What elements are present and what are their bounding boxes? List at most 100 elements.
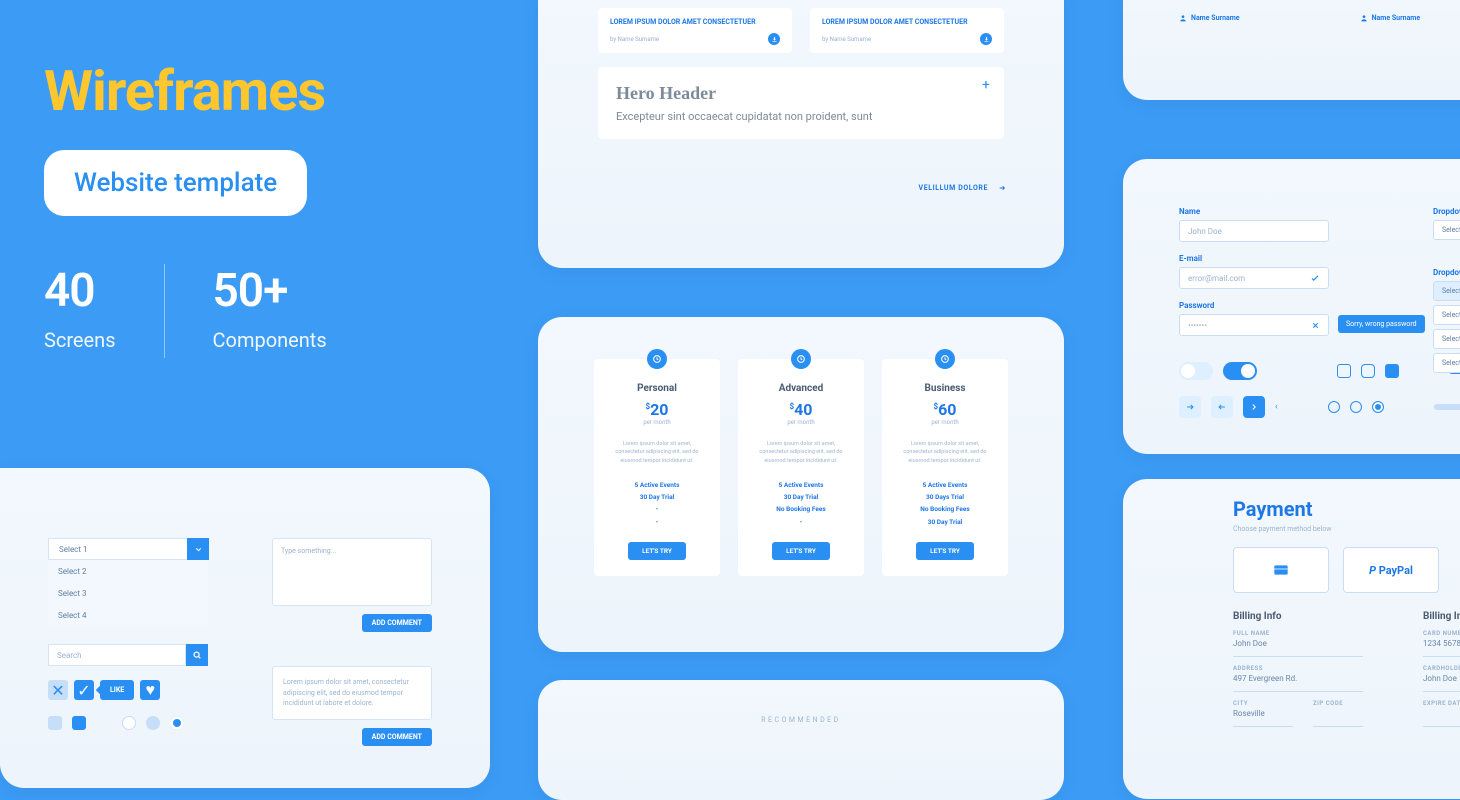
stats-row: 40 Screens 50+ Components — [44, 264, 327, 358]
radio-light[interactable] — [146, 716, 160, 730]
see-more-link[interactable]: VELILLUM DOLORE — [919, 184, 1006, 192]
card-heading: Billing Info — [1423, 611, 1460, 622]
pay-method-card[interactable] — [1233, 547, 1329, 593]
zip-label: ZIP CODE — [1313, 700, 1363, 707]
download-icon[interactable] — [980, 33, 992, 45]
add-comment-button[interactable]: ADD COMMENT — [362, 614, 432, 632]
subtitle-pill: Website template — [44, 150, 307, 216]
radio-selected[interactable] — [170, 716, 184, 730]
cardholder-input[interactable]: John Doe — [1423, 674, 1460, 692]
article-card-author: by Name Surname — [822, 36, 871, 43]
plan-desc: Lorem ipsum dolor sit amet, consectetur … — [608, 440, 706, 465]
dropdown-label: Dropdown — [1433, 268, 1460, 277]
swatch-light[interactable] — [48, 716, 62, 730]
dropdown-option[interactable]: Select 2 — [1433, 305, 1460, 325]
like-chip[interactable]: LIKE — [100, 680, 134, 700]
expire-label: EXPIRE DATE — [1423, 700, 1460, 707]
hero-banner-text: Excepteur sint occaecat cupidatat non pr… — [616, 110, 986, 123]
name-label: Name — [1179, 207, 1460, 216]
testimonial: LOREM IPSUM Name Surname — [1360, 0, 1421, 100]
plan-features: 5 Active Events30 Day TrialNo Booking Fe… — [752, 479, 850, 528]
chevron-down-icon[interactable] — [187, 538, 209, 560]
dropdown-option[interactable]: Select 1 — [1433, 281, 1460, 301]
plan-period: per month — [896, 419, 994, 426]
radio-empty[interactable] — [1328, 401, 1340, 413]
pagination-prev[interactable]: ‹ — [1275, 402, 1278, 412]
email-input[interactable]: error@mail.com — [1179, 267, 1329, 289]
error-tooltip: Sorry, wrong password — [1338, 315, 1425, 333]
article-card-title: LOREM IPSUM DOLOR AMET CONSECTETUER — [610, 18, 780, 27]
select-dropdown[interactable]: Select 1 — [48, 538, 208, 560]
clock-icon — [791, 349, 811, 369]
testimonial-author: Name Surname — [1360, 14, 1421, 22]
pay-method-paypal[interactable]: PayPal — [1343, 547, 1439, 593]
dropdown-select[interactable]: Select — [1433, 220, 1460, 240]
panel-pricing: Personal$20per monthLorem ipsum dolor si… — [538, 317, 1064, 652]
password-input[interactable]: ••••••• Sorry, wrong password — [1179, 314, 1329, 336]
stats-divider — [164, 264, 165, 358]
checkbox-empty[interactable] — [1361, 364, 1375, 378]
recommended-label: RECOMMENDED — [538, 716, 1064, 724]
panel-hero-section: LOREM IPSUM DOLOR AMET CONSECTETUER by N… — [538, 0, 1064, 268]
testimonial: LOREM IPSUM Name Surname — [1179, 0, 1240, 100]
toggle-off[interactable] — [1179, 362, 1213, 380]
stat-screens-label: Screens — [44, 328, 116, 352]
plan-cta-button[interactable]: LET'S TRY — [772, 542, 830, 560]
checkbox-empty[interactable] — [1337, 364, 1351, 378]
name-input[interactable]: John Doe — [1179, 220, 1329, 242]
slider-track[interactable] — [1434, 404, 1460, 410]
city-input[interactable]: Roseville — [1233, 709, 1293, 727]
download-icon[interactable] — [768, 33, 780, 45]
radio-empty[interactable] — [122, 716, 136, 730]
zip-input[interactable] — [1313, 709, 1363, 727]
stat-components-num: 50+ — [213, 264, 327, 318]
dropdown-option[interactable]: Select 4 — [1433, 353, 1460, 373]
plan-price: $40 — [752, 400, 850, 419]
arrow-left-button[interactable] — [1211, 396, 1233, 418]
select-option[interactable]: Select 2 — [48, 560, 208, 582]
plan-cta-button[interactable]: LET'S TRY — [628, 542, 686, 560]
arrow-right-button[interactable] — [1179, 396, 1201, 418]
heart-chip[interactable]: ♥ — [140, 680, 160, 700]
radio-empty[interactable] — [1350, 401, 1362, 413]
comment-box: Lorem ipsum dolor sit amet, consectetur … — [272, 666, 432, 720]
article-card-author: by Name Surname — [610, 36, 659, 43]
plan-desc: Lorem ipsum dolor sit amet, consectetur … — [896, 440, 994, 465]
address-input[interactable]: 497 Evergreen Rd. — [1233, 674, 1363, 692]
billing-heading: Billing Info — [1233, 611, 1363, 622]
checkbox-checked[interactable] — [1385, 364, 1399, 378]
testimonial-author: Name Surname — [1179, 14, 1240, 22]
article-card[interactable]: LOREM IPSUM DOLOR AMET CONSECTETUER by N… — [598, 8, 792, 53]
dropdown-label: Dropdown — [1433, 207, 1460, 216]
testimonial-title: LOREM IPSUM — [1360, 0, 1421, 2]
search-button[interactable] — [186, 644, 208, 666]
select-option[interactable]: Select 3 — [48, 582, 208, 604]
search-input[interactable]: Search — [48, 644, 186, 666]
city-label: CITY — [1233, 700, 1293, 707]
check-chip[interactable]: ✓ — [74, 680, 94, 700]
full-name-input[interactable]: John Doe — [1233, 639, 1363, 657]
stat-components: 50+ Components — [213, 264, 327, 352]
payment-subtitle: Choose payment method below — [1233, 525, 1460, 533]
expire-input[interactable] — [1423, 709, 1460, 727]
clock-icon — [935, 349, 955, 369]
plan-name: Personal — [608, 383, 706, 394]
payment-title: Payment — [1233, 497, 1460, 521]
add-comment-button[interactable]: ADD COMMENT — [362, 728, 432, 746]
plus-icon[interactable]: + — [982, 77, 990, 93]
hero-title: Wireframes — [44, 58, 325, 124]
dropdown-option[interactable]: Select 3 — [1433, 329, 1460, 349]
card-number-input[interactable]: 1234 5678 3456 — [1423, 639, 1460, 657]
plan-cta-button[interactable]: LET'S TRY — [916, 542, 974, 560]
select-option[interactable]: Select 4 — [48, 604, 208, 626]
arrow-right-button[interactable] — [1243, 396, 1265, 418]
panel-payment: Payment Choose payment method below PayP… — [1123, 479, 1460, 799]
stat-screens: 40 Screens — [44, 264, 116, 352]
article-card[interactable]: LOREM IPSUM DOLOR AMET CONSECTETUER by N… — [810, 8, 1004, 53]
swatch-blue[interactable] — [72, 716, 86, 730]
close-chip[interactable]: ✕ — [48, 680, 68, 700]
radio-selected[interactable] — [1372, 401, 1384, 413]
textarea[interactable]: Type something... — [272, 538, 432, 606]
card-number-label: CARD NUMBER — [1423, 630, 1460, 637]
toggle-on[interactable] — [1223, 362, 1257, 380]
